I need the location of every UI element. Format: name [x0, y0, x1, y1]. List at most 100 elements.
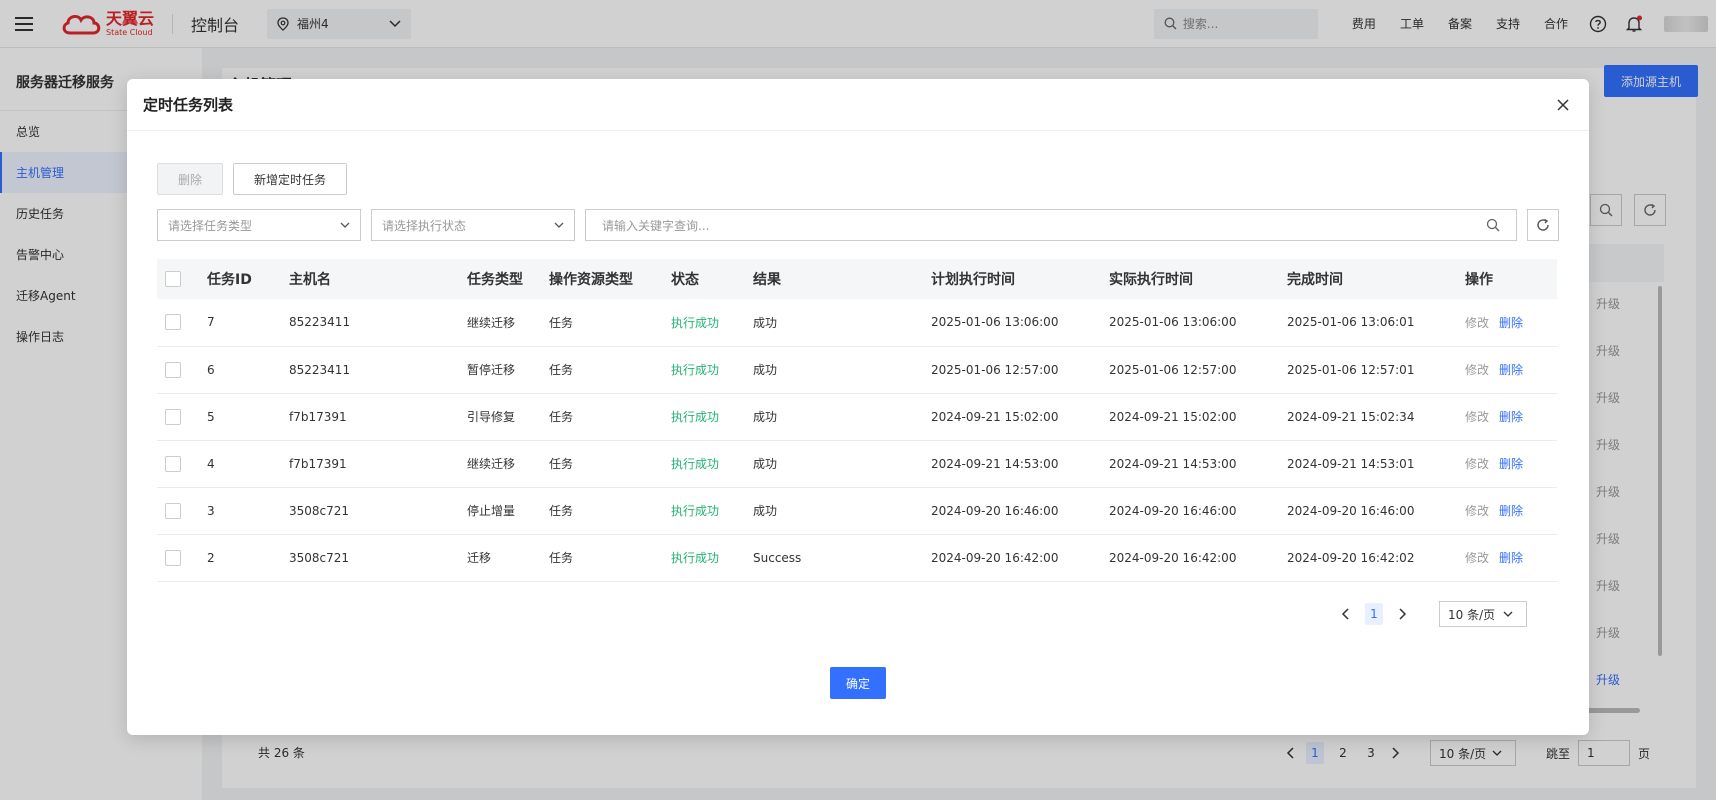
cell-task-type: 继续迁移 [467, 315, 516, 330]
keyword-search-input[interactable]: 请输入关键字查询... [585, 209, 1517, 241]
row-checkbox[interactable] [165, 408, 181, 425]
modal-page-1[interactable]: 1 [1365, 603, 1383, 625]
cell-status: 执行成功 [671, 363, 720, 377]
table-header-row: 任务ID 主机名 任务类型 操作资源类型 状态 结果 计划执行时间 实际执行时间… [157, 259, 1557, 299]
cell-plan-time: 2024-09-21 15:02:00 [931, 409, 1059, 424]
cell-task-type: 继续迁移 [467, 457, 516, 471]
delete-link[interactable]: 删除 [1499, 504, 1523, 518]
cell-done-time: 2025-01-06 13:06:01 [1287, 315, 1415, 330]
cell-resource-type: 任务 [549, 551, 574, 565]
exec-status-select[interactable]: 请选择执行状态 [371, 209, 575, 241]
cell-host-name: f7b17391 [289, 456, 347, 471]
cell-task-type: 停止增量 [467, 504, 516, 518]
refresh-button[interactable] [1527, 209, 1559, 241]
table-row: 6 85223411 暂停迁移 任务 执行成功 成功 2025-01-06 12… [157, 346, 1557, 393]
edit-link[interactable]: 修改 [1465, 363, 1489, 377]
cell-result: Success [753, 550, 802, 565]
col-task-id: 任务ID [207, 272, 252, 288]
cell-resource-type: 任务 [549, 457, 574, 471]
task-type-select[interactable]: 请选择任务类型 [157, 209, 361, 241]
row-checkbox[interactable] [165, 502, 181, 519]
row-checkbox[interactable] [165, 314, 181, 331]
cell-task-type: 暂停迁移 [467, 363, 516, 377]
refresh-icon [1537, 218, 1549, 231]
cell-plan-time: 2024-09-20 16:46:00 [931, 503, 1059, 518]
col-operation: 操作 [1465, 272, 1493, 288]
cell-task-id: 5 [207, 409, 215, 424]
col-resource-type: 操作资源类型 [549, 272, 633, 288]
table-row: 2 3508c721 迁移 任务 执行成功 Success 2024-09-20… [157, 534, 1557, 581]
modal-page-size-select[interactable]: 10 条/页 [1439, 601, 1527, 627]
row-checkbox[interactable] [165, 455, 181, 472]
chevron-down-icon [340, 222, 350, 228]
cell-done-time: 2024-09-20 16:42:02 [1287, 550, 1415, 565]
close-icon[interactable] [1553, 95, 1573, 115]
col-actual-time: 实际执行时间 [1109, 272, 1193, 288]
row-checkbox[interactable] [165, 361, 181, 378]
chevron-down-icon [554, 222, 564, 228]
cell-plan-time: 2024-09-21 14:53:00 [931, 456, 1059, 471]
cell-result: 成功 [753, 410, 778, 424]
cell-task-id: 6 [207, 362, 215, 377]
row-checkbox[interactable] [165, 549, 181, 566]
cell-result: 成功 [753, 504, 778, 518]
cell-host-name: f7b17391 [289, 409, 347, 424]
delete-link[interactable]: 删除 [1499, 551, 1523, 565]
edit-link[interactable]: 修改 [1465, 457, 1489, 471]
modal-pagination: 1 10 条/页 [1341, 601, 1527, 627]
table-row: 4 f7b17391 继续迁移 任务 执行成功 成功 2024-09-21 14… [157, 440, 1557, 487]
cell-resource-type: 任务 [549, 315, 574, 330]
col-host-name: 主机名 [289, 272, 331, 288]
cell-host-name: 3508c721 [289, 503, 350, 518]
cell-done-time: 2024-09-20 16:46:00 [1287, 503, 1415, 518]
table-row: 5 f7b17391 引导修复 任务 执行成功 成功 2024-09-21 15… [157, 393, 1557, 440]
chevron-right-icon[interactable] [1397, 608, 1407, 620]
col-result: 结果 [753, 272, 781, 288]
cell-host-name: 3508c721 [289, 550, 350, 565]
cell-status: 执行成功 [671, 315, 720, 330]
table-row: 3 3508c721 停止增量 任务 执行成功 成功 2024-09-20 16… [157, 487, 1557, 534]
edit-link[interactable]: 修改 [1465, 504, 1489, 518]
cell-actual-time: 2024-09-20 16:42:00 [1109, 550, 1237, 565]
cell-result: 成功 [753, 315, 778, 330]
cell-task-type: 引导修复 [467, 410, 516, 424]
cell-resource-type: 任务 [549, 363, 574, 377]
delete-link[interactable]: 删除 [1499, 316, 1523, 330]
cell-plan-time: 2024-09-20 16:42:00 [931, 550, 1059, 565]
cell-task-id: 7 [207, 315, 215, 330]
cell-result: 成功 [753, 363, 778, 377]
delete-link[interactable]: 删除 [1499, 457, 1523, 471]
delete-link[interactable]: 删除 [1499, 410, 1523, 424]
delete-button[interactable]: 删除 [157, 163, 224, 195]
cell-task-type: 迁移 [467, 551, 492, 565]
edit-link[interactable]: 修改 [1465, 410, 1489, 424]
cell-status: 执行成功 [671, 410, 720, 424]
scheduled-task-modal: 定时任务列表 删除 新增定时任务 请选择任务类型 请选择执行状态 请输入关键字查… [127, 79, 1589, 735]
exec-status-placeholder: 请选择执行状态 [382, 218, 467, 233]
delete-link[interactable]: 删除 [1499, 363, 1523, 377]
cell-host-name: 85223411 [289, 362, 351, 377]
search-icon[interactable] [1486, 218, 1500, 232]
confirm-button[interactable]: 确定 [830, 667, 886, 699]
cell-done-time: 2025-01-06 12:57:01 [1287, 362, 1415, 377]
table-row: 7 85223411 继续迁移 任务 执行成功 成功 2025-01-06 13… [157, 299, 1557, 346]
edit-link[interactable]: 修改 [1465, 316, 1489, 330]
col-task-type: 任务类型 [467, 272, 523, 288]
cell-status: 执行成功 [671, 504, 720, 518]
cell-actual-time: 2024-09-20 16:46:00 [1109, 503, 1237, 518]
cell-status: 执行成功 [671, 551, 720, 565]
cell-host-name: 85223411 [289, 315, 351, 330]
col-plan-time: 计划执行时间 [931, 272, 1015, 288]
edit-link[interactable]: 修改 [1465, 551, 1489, 565]
select-all-checkbox[interactable] [165, 271, 181, 287]
scheduled-task-table: 任务ID 主机名 任务类型 操作资源类型 状态 结果 计划执行时间 实际执行时间… [157, 259, 1557, 582]
cell-resource-type: 任务 [549, 504, 574, 518]
chevron-down-icon [1503, 611, 1513, 617]
chevron-left-icon[interactable] [1341, 608, 1351, 620]
cell-task-id: 3 [207, 503, 215, 518]
cell-task-id: 4 [207, 456, 215, 471]
cell-actual-time: 2025-01-06 12:57:00 [1109, 362, 1237, 377]
add-scheduled-task-button[interactable]: 新增定时任务 [233, 163, 348, 195]
cell-actual-time: 2025-01-06 13:06:00 [1109, 315, 1237, 330]
modal-title: 定时任务列表 [143, 96, 234, 114]
